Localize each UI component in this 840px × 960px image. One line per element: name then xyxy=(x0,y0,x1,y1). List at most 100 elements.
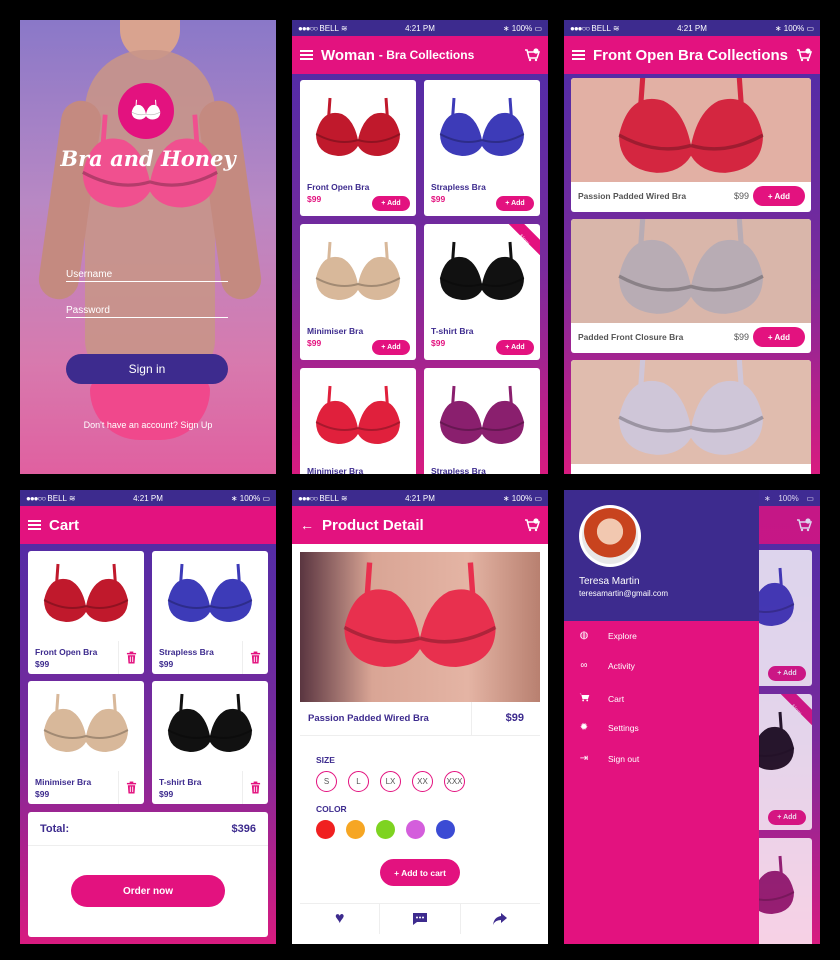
password-label: Password xyxy=(66,305,110,316)
username-field[interactable]: Username xyxy=(66,264,228,282)
product-card[interactable]: Minimiser Bra xyxy=(300,368,416,474)
add-button[interactable]: + Add xyxy=(372,340,410,355)
favorite-button[interactable]: ♥ xyxy=(300,904,381,934)
delete-button[interactable] xyxy=(118,641,144,674)
app-header: Woman - Bra Collections xyxy=(292,36,548,74)
heart-icon: ♥ xyxy=(334,910,345,927)
product-card[interactable]: Front Open Bra $99 + Add xyxy=(300,80,416,216)
wifi-icon: ≋ xyxy=(340,493,348,503)
drawer-screen: ∗ 100% ▭ + Add New + Add Teresa Martin t… xyxy=(564,490,820,944)
comment-icon xyxy=(412,913,427,925)
add-button: + Add xyxy=(768,666,806,681)
menu-item-explore[interactable]: ◍ Explore xyxy=(578,630,637,641)
menu-icon[interactable] xyxy=(300,50,313,60)
product-card[interactable]: Passion Padded Wired Bra $99 + Add xyxy=(571,78,811,212)
menu-item-sign-out[interactable]: ⇥ Sign out xyxy=(578,753,639,764)
add-button[interactable]: + Add xyxy=(496,196,534,211)
drawer-header: Teresa Martin teresamartin@gmail.com xyxy=(564,490,759,621)
color-swatch[interactable] xyxy=(376,820,395,839)
status-bar: ●●●○○ BELL ≋ 4:21 PM ∗ 100% ▭ xyxy=(292,20,548,36)
back-arrow-icon[interactable]: ← xyxy=(300,517,314,533)
product-card[interactable] xyxy=(571,360,811,474)
order-now-button[interactable]: Order now xyxy=(71,875,225,907)
app-header: ← Product Detail xyxy=(292,506,548,544)
username-label: Username xyxy=(66,269,113,280)
cart-item[interactable]: T-shirt Bra $99 xyxy=(152,681,268,804)
bluetooth-icon: ∗ xyxy=(774,23,782,33)
menu-icon[interactable] xyxy=(572,50,585,60)
password-field[interactable]: Password xyxy=(66,300,228,318)
size-options: S L LX XX XXX xyxy=(316,771,465,792)
product-card[interactable]: Padded Front Closure Bra $99 + Add xyxy=(571,219,811,353)
product-card[interactable]: New T-shirt Bra $99 + Add xyxy=(424,224,540,360)
size-option[interactable]: XXX xyxy=(444,771,465,792)
product-card: New + Add xyxy=(752,694,812,830)
add-button[interactable]: + Add xyxy=(496,340,534,355)
cart-icon[interactable] xyxy=(524,48,540,62)
share-button[interactable] xyxy=(461,904,540,934)
product-name: Padded Front Closure Bra xyxy=(578,332,684,342)
color-swatch[interactable] xyxy=(346,820,365,839)
product-price: $99 xyxy=(35,659,50,669)
color-swatch[interactable] xyxy=(406,820,425,839)
menu-item-label: Sign out xyxy=(608,753,640,764)
status-bar: ●●●○○ BELL ≋ 4:21 PM ∗ 100% ▭ xyxy=(564,20,820,36)
share-icon xyxy=(493,913,508,925)
bluetooth-icon: ∗ xyxy=(502,493,510,503)
cart-icon[interactable] xyxy=(796,48,812,62)
product-name: T-shirt Bra xyxy=(431,326,474,336)
menu-item-activity[interactable]: ∞ Activity xyxy=(578,660,635,671)
avatar xyxy=(579,505,641,567)
cart-icon xyxy=(578,692,590,705)
size-option[interactable]: LX xyxy=(380,771,401,792)
cart-icon[interactable] xyxy=(524,518,540,532)
delete-button[interactable] xyxy=(242,771,268,804)
menu-item-label: Activity xyxy=(608,660,635,671)
signup-link[interactable]: Don't have an account? Sign Up xyxy=(20,420,276,430)
menu-item-cart[interactable]: Cart xyxy=(578,692,624,705)
product-name: Front Open Bra xyxy=(35,647,98,657)
page-title: Woman xyxy=(321,46,375,64)
color-swatch[interactable] xyxy=(436,820,455,839)
product-card[interactable]: Strapless Bra $99 + Add xyxy=(424,80,540,216)
size-option[interactable]: L xyxy=(348,771,369,792)
cart-item[interactable]: Minimiser Bra $99 xyxy=(28,681,144,804)
product-detail-screen: ●●●○○ BELL ≋ 4:21 PM ∗ 100% ▭ ← Product … xyxy=(292,490,548,944)
sign-out-icon: ⇥ xyxy=(579,753,589,764)
cart-item[interactable]: Strapless Bra $99 xyxy=(152,551,268,674)
front-open-screen: ●●●○○ BELL ≋ 4:21 PM ∗ 100% ▭ Front Open… xyxy=(564,20,820,474)
add-button[interactable]: + Add xyxy=(753,186,805,206)
cart-item[interactable]: Front Open Bra $99 xyxy=(28,551,144,674)
delete-button[interactable] xyxy=(242,641,268,674)
product-name: Minimiser Bra xyxy=(35,777,92,787)
product-name: Strapless Bra xyxy=(159,647,214,657)
size-option[interactable]: S xyxy=(316,771,337,792)
signin-button[interactable]: Sign in xyxy=(66,354,228,384)
bluetooth-icon: ∗ xyxy=(764,493,771,503)
size-option[interactable]: XX xyxy=(412,771,433,792)
product-name: Strapless Bra xyxy=(431,466,486,474)
color-swatch[interactable] xyxy=(316,820,335,839)
login-screen: Bra and Honey Username Password Sign in … xyxy=(20,20,276,474)
delete-button[interactable] xyxy=(118,771,144,804)
product-name: Front Open Bra xyxy=(307,182,370,192)
cart-summary: Total: $396 Order now xyxy=(28,812,268,937)
trash-icon xyxy=(126,781,137,794)
product-price: $99 xyxy=(307,194,322,204)
cart-screen: ●●●○○ BELL ≋ 4:21 PM ∗ 100% ▭ Cart Front… xyxy=(20,490,276,944)
menu-item-settings[interactable]: ✹ Settings xyxy=(578,722,639,733)
size-label: SIZE xyxy=(316,755,335,765)
app-name: Bra and Honey xyxy=(60,146,236,171)
wifi-icon: ≋ xyxy=(68,493,76,503)
menu-icon[interactable] xyxy=(28,520,41,530)
cart-icon xyxy=(796,518,812,532)
add-to-cart-button[interactable]: + Add to cart xyxy=(380,859,460,886)
product-price: $99 xyxy=(505,712,524,724)
product-card[interactable]: Strapless Bra xyxy=(424,368,540,474)
add-button[interactable]: + Add xyxy=(372,196,410,211)
comment-button[interactable] xyxy=(380,904,461,934)
add-button[interactable]: + Add xyxy=(753,327,805,347)
product-card[interactable]: Minimiser Bra $99 + Add xyxy=(300,224,416,360)
trash-icon xyxy=(126,651,137,664)
add-button: + Add xyxy=(768,810,806,825)
